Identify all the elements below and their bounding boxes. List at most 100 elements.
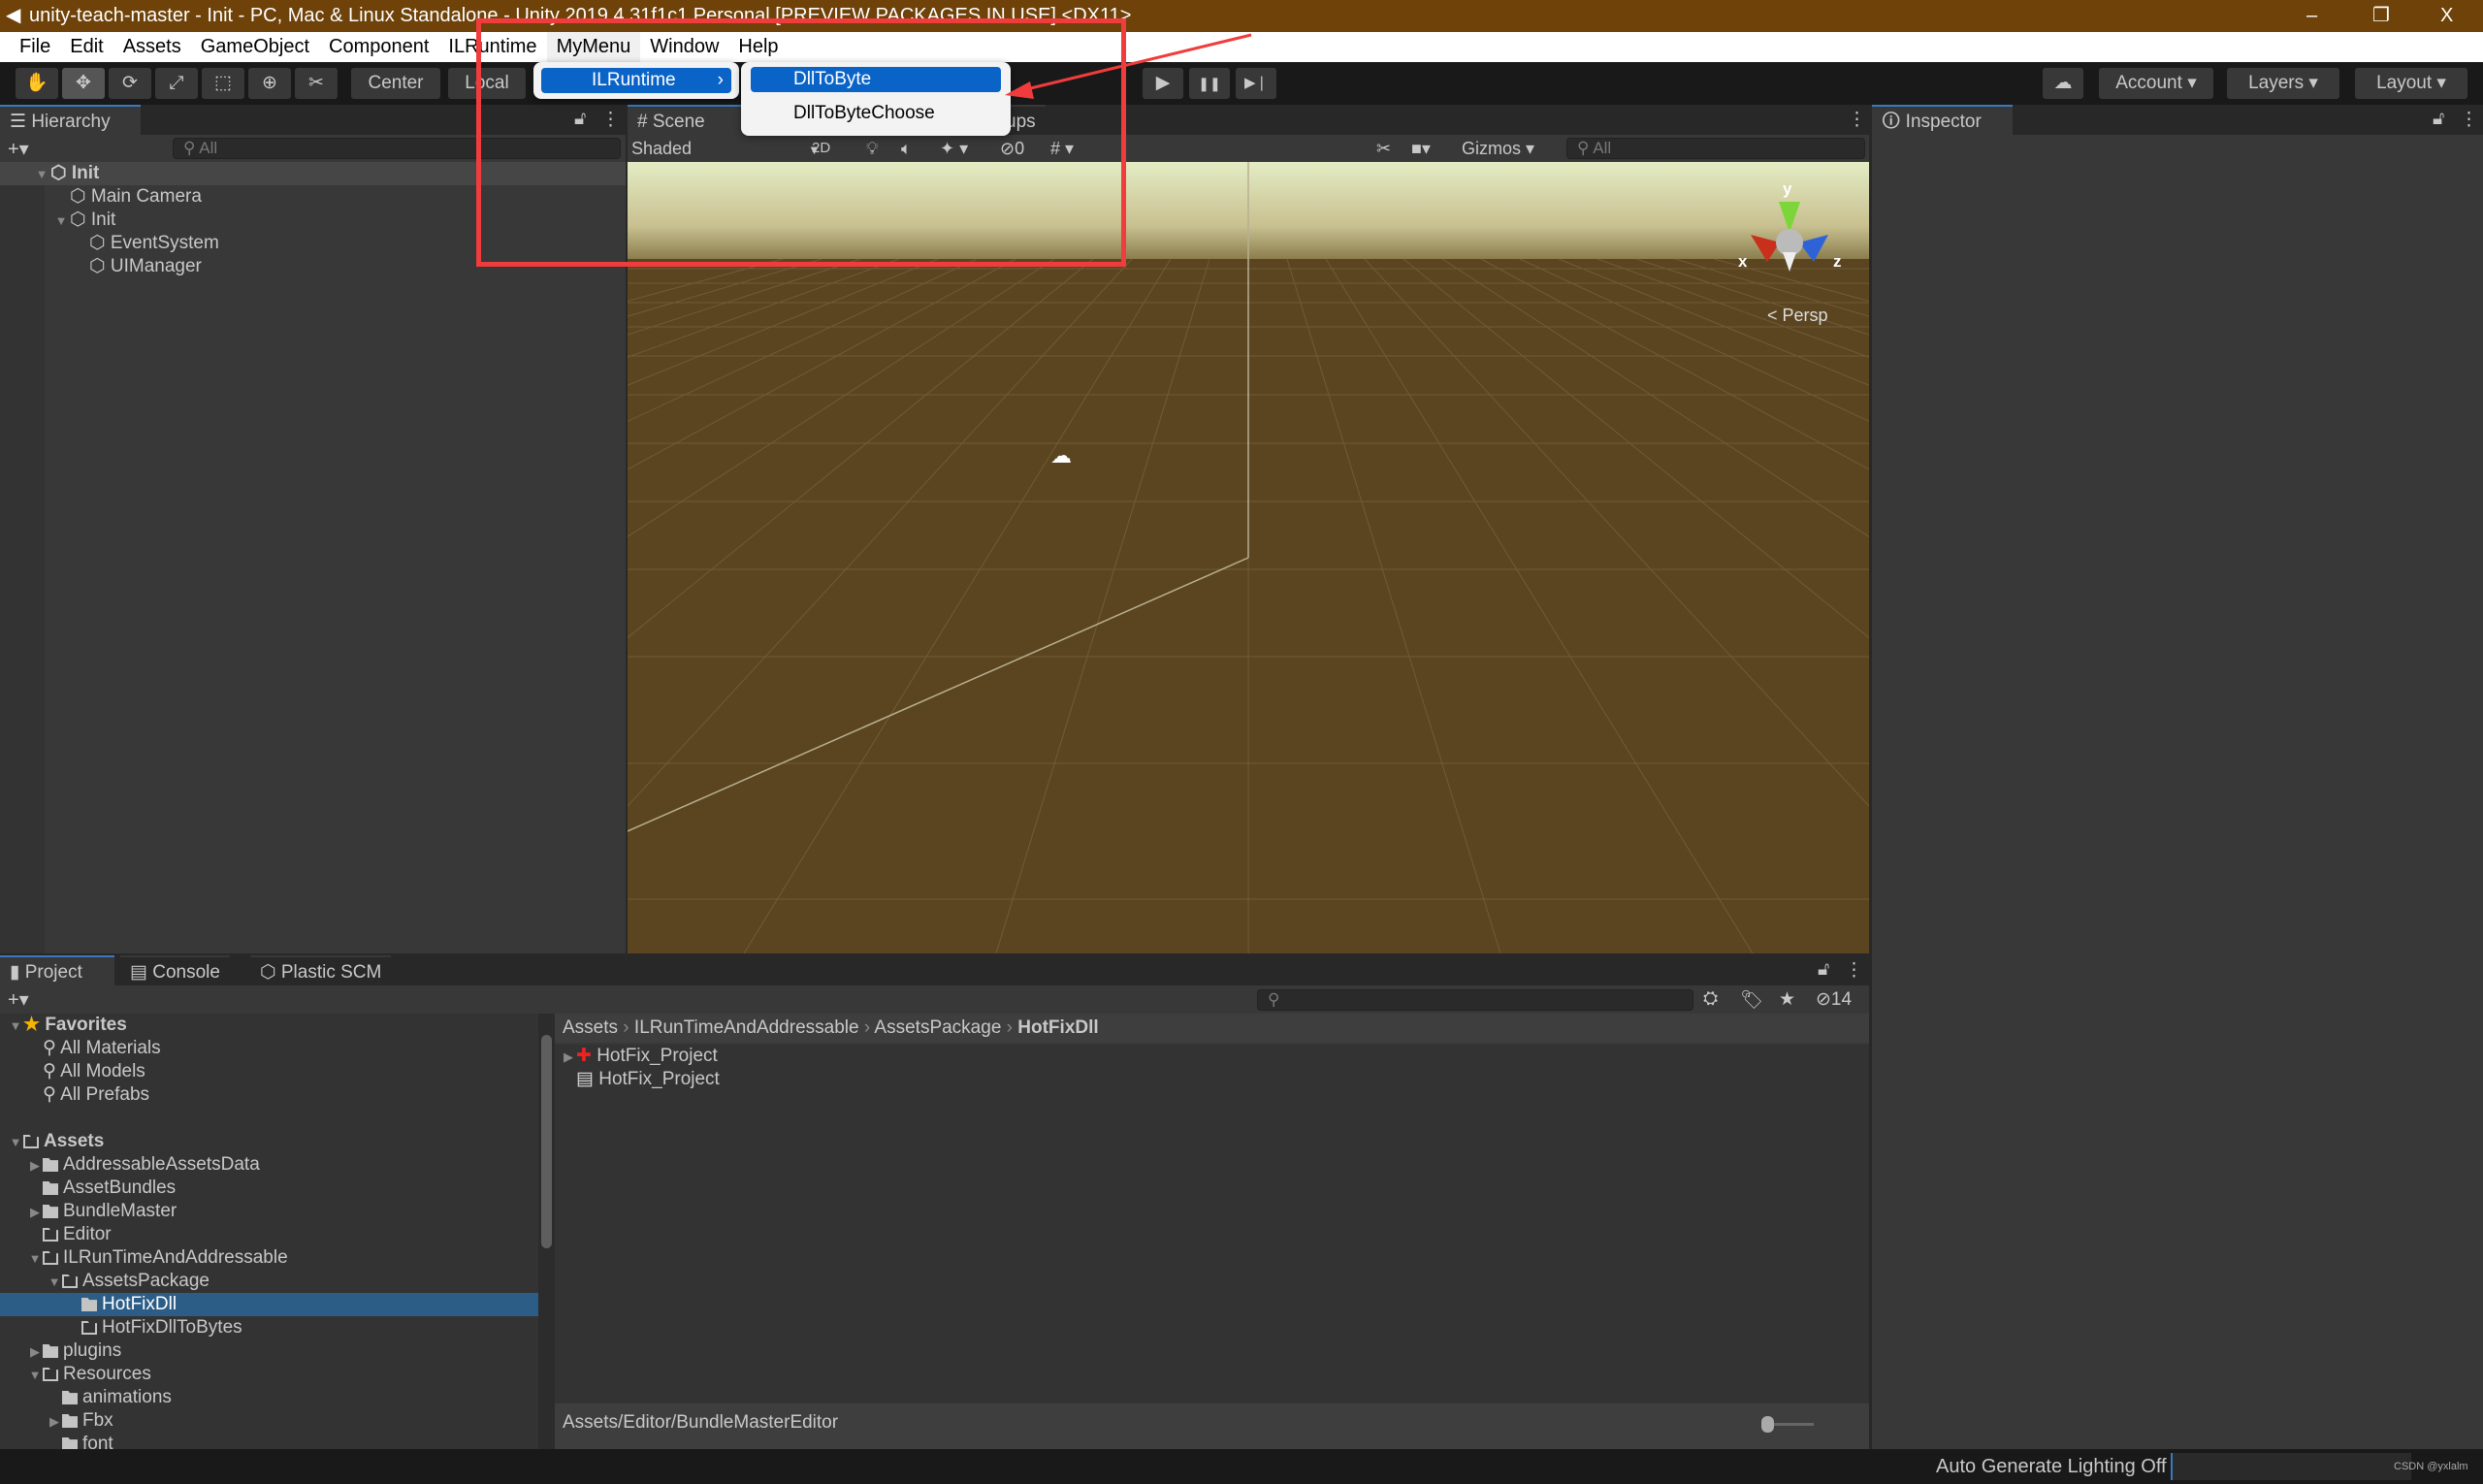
breadcrumb-item[interactable]: HotFixDll — [1017, 1017, 1098, 1038]
expand-arrow-icon[interactable]: ▶ — [561, 1046, 576, 1069]
favorite-star-icon[interactable]: ★ — [1779, 988, 1795, 1011]
tab-hierarchy[interactable]: ☰ Hierarchy — [0, 105, 141, 135]
2d-toggle[interactable]: 2D — [812, 135, 830, 162]
tab-inspector[interactable]: 🛈︎ Inspector — [1872, 105, 2013, 135]
effects-icon[interactable]: ✦ ▾ — [940, 135, 968, 162]
asset-item[interactable]: ▶ ✚ HotFix_Project — [555, 1045, 1869, 1068]
restore-button[interactable]: ❐ — [2372, 0, 2390, 32]
more-options-icon[interactable]: ⋮ — [1845, 959, 1863, 982]
hidden-packages-toggle[interactable]: ⊘14 — [1816, 988, 1852, 1011]
project-tree-item[interactable]: font — [0, 1433, 538, 1449]
breadcrumb-item[interactable]: Assets — [563, 1017, 618, 1038]
menu-mymenu[interactable]: MyMenu — [546, 32, 641, 62]
search-by-label-icon[interactable]: 🏷︎ — [1740, 988, 1763, 1012]
project-tree-item[interactable]: ⚲ All Prefabs — [0, 1083, 538, 1107]
add-button[interactable]: +▾ — [8, 987, 29, 1012]
slider-handle[interactable] — [1761, 1416, 1774, 1433]
breadcrumb-item[interactable]: ILRunTimeAndAddressable — [634, 1017, 859, 1038]
hidden-objects-toggle[interactable]: ⊘0 — [1000, 135, 1024, 162]
scale-tool-icon[interactable]: ⤢ — [155, 68, 198, 99]
space-toggle[interactable]: Local — [448, 68, 526, 99]
tab-project[interactable]: ▮ Project — [0, 955, 114, 985]
project-tree-item[interactable]: HotFixDll — [0, 1293, 538, 1316]
menu-gameobject[interactable]: GameObject — [191, 32, 319, 62]
shading-dropdown[interactable]: Shaded ▼ — [631, 135, 821, 164]
orientation-gizmo[interactable]: y x z < Persp — [1726, 175, 1862, 330]
asset-item[interactable]: ▤ HotFix_Project — [555, 1068, 1869, 1091]
menu-window[interactable]: Window — [640, 32, 728, 62]
project-tree-item[interactable]: ⚲ All Models — [0, 1060, 538, 1083]
pivot-toggle[interactable]: Center — [351, 68, 440, 99]
project-tree-item[interactable]: ▶ AddressableAssetsData — [0, 1153, 538, 1177]
lock-icon[interactable]: 🔓︎ — [2433, 109, 2444, 130]
lock-icon[interactable]: 🔓︎ — [574, 109, 586, 130]
project-tree-item[interactable]: ▶ Fbx — [0, 1409, 538, 1433]
menu-item-dlltobytechoose[interactable]: DllToByteChoose — [751, 101, 1001, 126]
scene-search-input[interactable]: ⚲ All — [1566, 138, 1865, 159]
move-tool-icon[interactable]: ✥ — [62, 68, 105, 99]
project-tree-item[interactable]: AssetBundles — [0, 1177, 538, 1200]
project-tree-item[interactable]: ▼ Resources — [0, 1363, 538, 1386]
more-options-icon[interactable]: ⋮ — [2460, 109, 2478, 131]
gizmos-dropdown[interactable]: Gizmos ▾ — [1462, 135, 1534, 162]
play-button[interactable]: ▶ — [1143, 68, 1183, 99]
account-dropdown[interactable]: Account ▾ — [2099, 68, 2213, 99]
hand-tool-icon[interactable]: ✋ — [16, 68, 58, 99]
step-button[interactable]: ▶❘ — [1236, 68, 1276, 99]
menu-item-dlltobyte[interactable]: DllToByte — [751, 67, 1001, 92]
rect-tool-icon[interactable]: ⬚ — [202, 68, 244, 99]
menu-assets[interactable]: Assets — [113, 32, 191, 62]
expand-arrow-icon[interactable]: ▼ — [52, 210, 70, 233]
expand-arrow-icon[interactable]: ▶ — [27, 1201, 43, 1224]
menu-edit[interactable]: Edit — [60, 32, 113, 62]
project-tree-item[interactable]: ▶ plugins — [0, 1339, 538, 1363]
more-options-icon[interactable]: ⋮ — [1848, 109, 1866, 131]
menu-component[interactable]: Component — [319, 32, 438, 62]
project-tree-item[interactable]: ▼ Assets — [0, 1130, 538, 1153]
lighting-icon[interactable]: 💡︎ — [866, 135, 879, 162]
expand-arrow-icon[interactable]: ▼ — [27, 1364, 43, 1387]
layers-dropdown[interactable]: Layers ▾ — [2227, 68, 2339, 99]
tab-console[interactable]: ▤ Console — [120, 955, 230, 985]
project-tree-item[interactable]: animations — [0, 1386, 538, 1409]
lock-icon[interactable]: 🔓︎ — [1818, 959, 1829, 981]
menu-file[interactable]: File — [10, 32, 60, 62]
project-tree-item[interactable]: ▶ BundleMaster — [0, 1200, 538, 1223]
project-tree-item[interactable]: ▼ ILRunTimeAndAddressable — [0, 1246, 538, 1270]
expand-arrow-icon[interactable]: ▶ — [47, 1410, 62, 1434]
expand-arrow-icon[interactable]: ▼ — [8, 1015, 23, 1038]
hierarchy-item[interactable]: ▼ ⬡ Init — [0, 209, 626, 232]
expand-arrow-icon[interactable]: ▼ — [33, 163, 50, 186]
scrollbar-thumb[interactable] — [541, 1035, 552, 1248]
expand-arrow-icon[interactable]: ▼ — [47, 1271, 62, 1294]
hierarchy-item[interactable]: ⬡ EventSystem — [0, 232, 626, 255]
layout-dropdown[interactable]: Layout ▾ — [2355, 68, 2467, 99]
audio-icon[interactable]: 🔈︎ — [901, 135, 912, 162]
tools-icon[interactable]: ✂ — [1376, 135, 1391, 162]
hierarchy-item[interactable]: ⬡ UIManager — [0, 255, 626, 278]
project-search-input[interactable]: ⚲ — [1257, 989, 1693, 1011]
tab-plastic-scm[interactable]: ⬡ Plastic SCM — [250, 955, 392, 985]
pause-button[interactable]: ❚❚ — [1189, 68, 1230, 99]
minimize-button[interactable]: – — [2306, 0, 2317, 32]
cloud-icon[interactable]: ☁ — [2043, 68, 2083, 99]
hierarchy-item[interactable]: ▼ ⬡ Init — [0, 162, 626, 185]
rotate-tool-icon[interactable]: ⟳ — [109, 68, 151, 99]
breadcrumb-item[interactable]: AssetsPackage — [874, 1017, 1001, 1038]
tree-scrollbar[interactable] — [538, 1014, 555, 1449]
expand-arrow-icon[interactable]: ▼ — [27, 1247, 43, 1271]
project-tree-item[interactable]: ▼★ Favorites — [0, 1014, 538, 1037]
close-button[interactable]: X — [2440, 0, 2453, 32]
expand-arrow-icon[interactable]: ▼ — [8, 1131, 23, 1154]
hierarchy-search-input[interactable]: ⚲ All — [173, 138, 621, 159]
menu-ilruntime[interactable]: ILRuntime — [438, 32, 546, 62]
tab-scene[interactable]: # Scene — [628, 105, 744, 135]
menu-help[interactable]: Help — [728, 32, 788, 62]
project-tree-item[interactable]: HotFixDllToBytes — [0, 1316, 538, 1339]
expand-arrow-icon[interactable]: ▶ — [27, 1154, 43, 1178]
search-by-type-icon[interactable]: ⛭ — [1703, 988, 1718, 1010]
project-tree-item[interactable]: ⚲ All Materials — [0, 1037, 538, 1060]
camera-icon[interactable]: ■▾ — [1411, 135, 1431, 162]
grid-icon[interactable]: # ▾ — [1050, 135, 1074, 162]
more-options-icon[interactable]: ⋮ — [601, 109, 620, 131]
